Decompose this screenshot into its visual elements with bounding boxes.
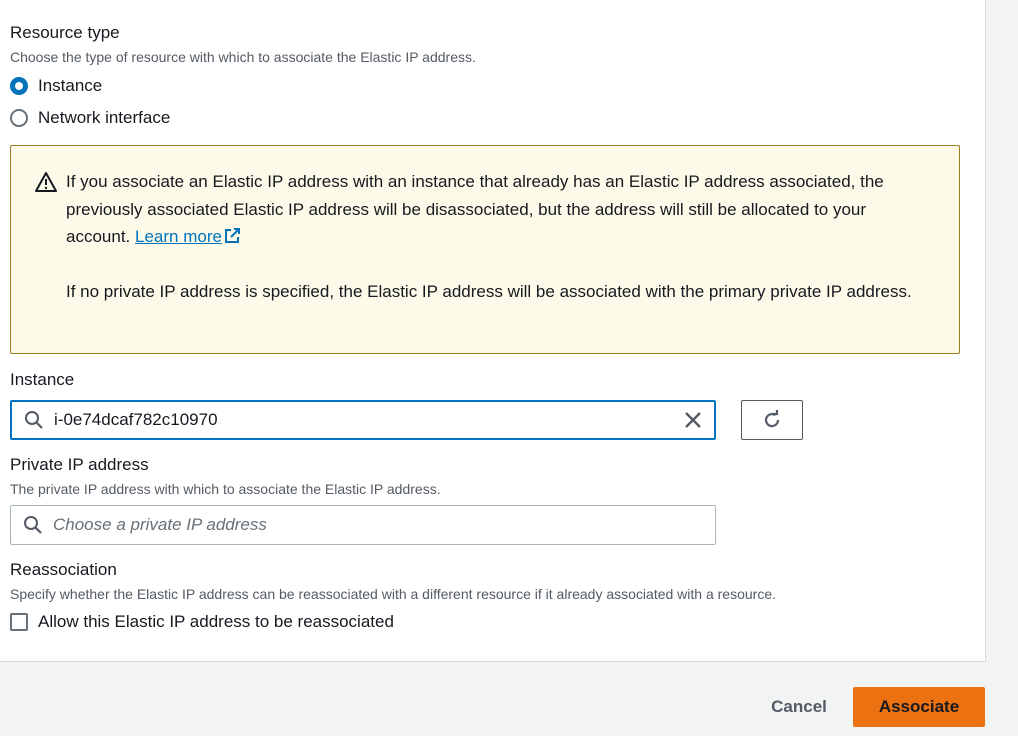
warning-alert: If you associate an Elastic IP address w… [10, 145, 960, 354]
alert-text: If you associate an Elastic IP address w… [66, 168, 926, 305]
cancel-button[interactable]: Cancel [758, 687, 840, 727]
alert-paragraph-2: If no private IP address is specified, t… [66, 281, 912, 301]
external-link-icon [224, 228, 240, 243]
instance-value[interactable]: i-0e74dcaf782c10970 [54, 410, 682, 430]
alert-paragraph-1: If you associate an Elastic IP address w… [66, 168, 926, 251]
reassociation-checkbox-row[interactable]: Allow this Elastic IP address to be reas… [10, 612, 394, 632]
search-icon [24, 516, 42, 534]
reassociation-checkbox[interactable] [10, 613, 28, 631]
private-ip-description: The private IP address with which to ass… [10, 481, 441, 497]
learn-more-link[interactable]: Learn more [135, 227, 241, 246]
private-ip-label: Private IP address [10, 455, 149, 474]
instance-search-input[interactable]: i-0e74dcaf782c10970 [10, 400, 716, 440]
form-panel: Resource type Choose the type of resourc… [0, 0, 986, 662]
radio-network-interface-label: Network interface [38, 108, 171, 127]
radio-network-interface[interactable]: Network interface [10, 108, 170, 128]
private-ip-placeholder[interactable]: Choose a private IP address [53, 515, 715, 535]
instance-label: Instance [10, 370, 75, 389]
reassociation-description: Specify whether the Elastic IP address c… [10, 586, 776, 602]
search-icon [25, 411, 43, 429]
associate-button[interactable]: Associate [853, 687, 985, 727]
resource-type-label: Resource type [10, 23, 120, 42]
warning-icon [35, 172, 57, 192]
private-ip-input[interactable]: Choose a private IP address [10, 505, 716, 545]
refresh-icon [764, 410, 780, 428]
reassociation-checkbox-label: Allow this Elastic IP address to be reas… [38, 612, 394, 631]
reassociation-label: Reassociation [10, 560, 117, 579]
learn-more-label: Learn more [135, 227, 222, 246]
resource-type-description: Choose the type of resource with which t… [10, 49, 476, 65]
radio-instance-label: Instance [38, 76, 103, 95]
radio-instance-button[interactable] [10, 77, 28, 95]
clear-icon[interactable] [682, 409, 704, 431]
radio-instance[interactable]: Instance [10, 76, 102, 96]
radio-network-interface-button[interactable] [10, 109, 28, 127]
refresh-button[interactable] [741, 400, 803, 440]
